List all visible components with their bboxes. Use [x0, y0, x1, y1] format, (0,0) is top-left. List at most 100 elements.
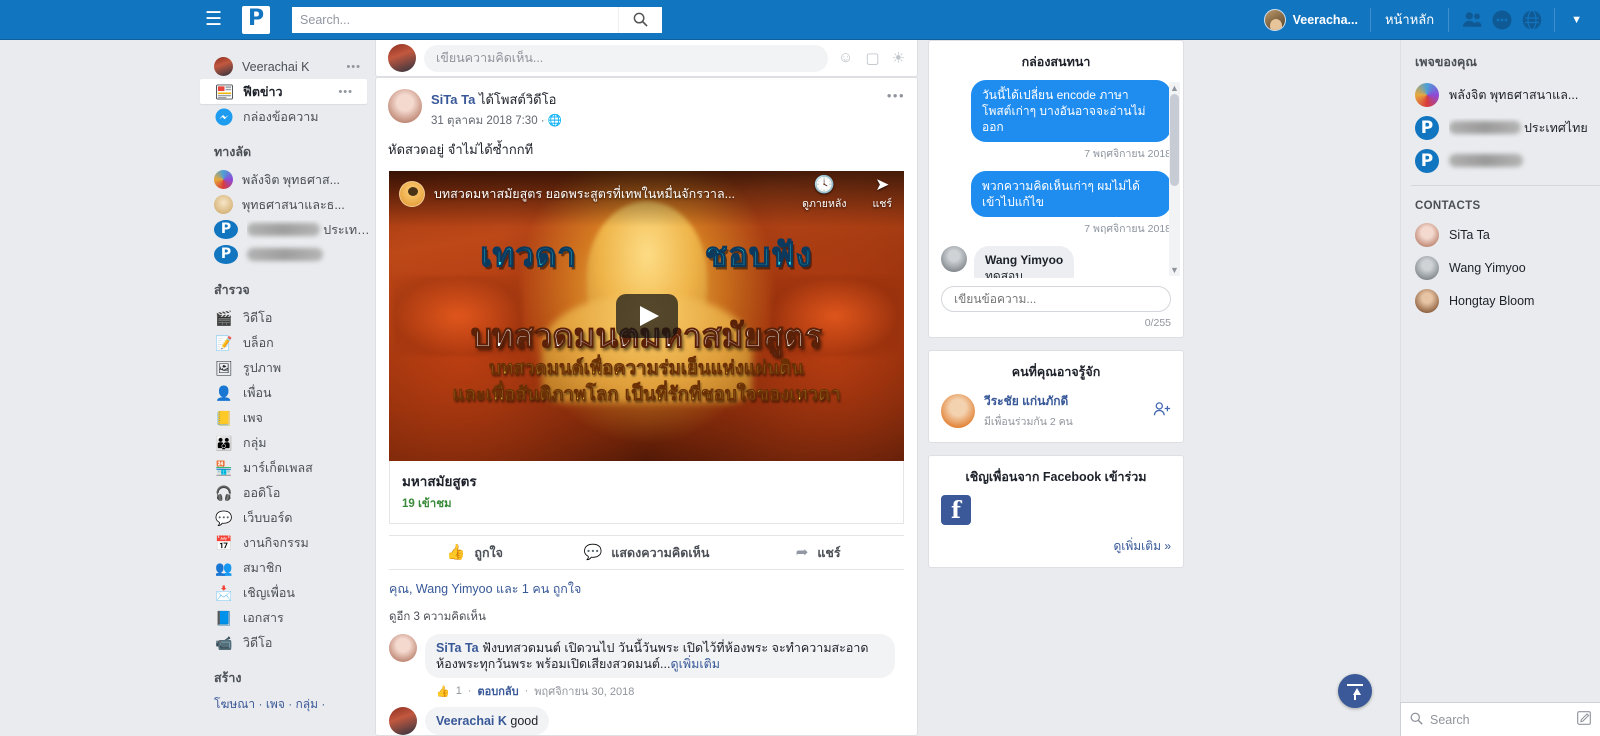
sidebar-item-headphones[interactable]: 🎧 ออดิโอ — [200, 480, 375, 505]
channel-avatar — [399, 181, 425, 207]
comment-meta: 👍 1 · ตอบกลับ · พฤศจิกายน 30, 2018 — [425, 678, 904, 705]
see-more-link[interactable]: ดูเพิ่มเติม » — [929, 537, 1183, 567]
contact-item-hongtay-bloom[interactable]: Hongtay Bloom — [1401, 284, 1600, 317]
avatar[interactable] — [388, 89, 422, 123]
page-item-2[interactable]: P — [1401, 144, 1600, 177]
post-overflow-menu-icon[interactable]: ••• — [887, 88, 905, 103]
compose-icon[interactable] — [1577, 711, 1591, 728]
chat-scrollbar[interactable]: ▲ ▼ — [1169, 82, 1180, 276]
chat-char-counter: 0/255 — [1144, 317, 1171, 329]
camera-icon[interactable]: ▢ — [865, 49, 879, 67]
sidebar-item-blog[interactable]: 📝 บล็อก — [200, 330, 375, 355]
sidebar-item-clapperboard[interactable]: 🎬 วิดีโอ — [200, 305, 375, 330]
comment-reply-link[interactable]: ตอบกลับ — [478, 682, 519, 700]
sidebar-shortcut-3[interactable]: P — [200, 242, 375, 267]
sidebar-item-marketplace[interactable]: 🏪 มาร์เก็ตเพลส — [200, 455, 375, 480]
overflow-menu-icon[interactable]: ••• — [338, 86, 353, 98]
secondary-column: กล่องสนทนา วันนี้ได้เปลี่ยน encode ภาษา … — [928, 40, 1184, 580]
sidebar-shortcut-0[interactable]: พลังจิต พุทธศาส... — [200, 167, 375, 192]
comment-author[interactable]: SiTa Ta — [436, 641, 479, 655]
view-more-comments-link[interactable]: ดูอีก 3 ความคิดเห็น — [376, 608, 917, 632]
hamburger-menu-icon[interactable]: ☰ — [205, 10, 222, 29]
photo-icon: 🖼 — [215, 359, 233, 376]
notifications-globe-icon[interactable] — [1521, 9, 1542, 30]
chevron-down-icon[interactable]: ▼ — [1555, 14, 1582, 26]
sidebar-item-members[interactable]: 👥 สมาชิก — [200, 555, 375, 580]
post-author-name[interactable]: SiTa Ta — [431, 92, 475, 107]
friends-icon[interactable] — [1461, 9, 1482, 30]
play-button-icon[interactable] — [615, 294, 678, 338]
comment-input[interactable]: เขียนความคิดเห็น... — [424, 44, 829, 72]
separator: · — [255, 697, 266, 711]
avatar[interactable] — [941, 394, 975, 428]
sidebar-item-photo[interactable]: 🖼 รูปภาพ — [200, 355, 375, 380]
sidebar-item-newsfeed[interactable]: ฟีตข่าว ••• — [200, 79, 367, 104]
overflow-menu-icon[interactable]: ••• — [346, 61, 361, 73]
sidebar-item-label: เชิญเพื่อน — [243, 585, 295, 600]
chat-message-author[interactable]: Wang Yimyoo — [985, 252, 1063, 268]
create-link-page[interactable]: เพจ — [266, 697, 285, 711]
sidebar-item-video-camera[interactable]: 📹 วิดีโอ — [200, 630, 375, 655]
post-text: หัดสวดอยู่ จำไม่ได้ซ้ำกกที — [388, 142, 534, 157]
emoji-icon[interactable]: ☺ — [838, 49, 853, 67]
avatar[interactable] — [389, 634, 417, 662]
chat-search-input[interactable]: Search — [1430, 713, 1577, 727]
scroll-up-arrow-icon[interactable]: ▲ — [1169, 83, 1180, 93]
sidebar-item-page[interactable]: 📒 เพจ — [200, 405, 375, 430]
home-link[interactable]: หน้าหลัก — [1371, 7, 1450, 32]
likes-summary[interactable]: คุณ, Wang Yimyoo และ 1 คน ถูกใจ — [376, 570, 917, 608]
global-search — [292, 6, 663, 33]
sidebar-shortcut-1[interactable]: พุทธศาสนาและธ... — [200, 192, 375, 217]
chat-input[interactable] — [941, 286, 1171, 312]
sidebar-item-friend[interactable]: 👤 เพื่อน — [200, 380, 375, 405]
create-link-group[interactable]: กลุ่ม — [296, 697, 319, 711]
share-button[interactable]: ➦ แชร์ — [732, 536, 904, 569]
scroll-to-top-button[interactable] — [1338, 674, 1372, 708]
comment-bubble-icon: 💬 — [583, 544, 603, 561]
like-button[interactable]: 👍 ถูกใจ — [389, 536, 561, 569]
sidebar-item-messages[interactable]: กล่องข้อความ — [200, 104, 375, 129]
sidebar-item-group[interactable]: 👪 กลุ่ม — [200, 430, 375, 455]
contact-item-sita-ta[interactable]: SiTa Ta — [1401, 218, 1600, 251]
share-icon: ➦ — [795, 544, 809, 561]
create-link-ads[interactable]: โฆษณา — [214, 697, 255, 711]
page-item-0[interactable]: พลังจิต พุทธศาสนาแล... — [1401, 78, 1600, 111]
sidebar-shortcut-2[interactable]: P ประเทศ... — [200, 217, 375, 242]
post-timestamp[interactable]: 31 ตุลาคม 2018 7:30 — [431, 115, 538, 127]
redacted-text — [1449, 121, 1521, 134]
search-input[interactable] — [292, 7, 619, 32]
search-icon[interactable] — [618, 6, 662, 33]
sidebar-item-forum[interactable]: 💬 เว็บบอร์ด — [200, 505, 375, 530]
video-embed[interactable]: เทวดาชอบฟัง บทสวดมนตมหาสมัยสูตร บทสวดมนต… — [389, 171, 904, 461]
create-heading: สร้าง — [214, 671, 242, 685]
video-camera-icon: 📹 — [215, 634, 233, 651]
account-menu[interactable]: Veeracha... — [1263, 7, 1371, 32]
sidebar-item-invite[interactable]: 📩 เชิญเพื่อน — [200, 580, 375, 605]
pymk-name[interactable]: วีระชัย แก่นภักดี — [984, 392, 1073, 411]
see-more-link[interactable]: ดูเพิ่มเติม — [670, 657, 720, 671]
headphones-icon: 🎧 — [215, 484, 233, 501]
scrollbar-thumb[interactable] — [1170, 94, 1179, 186]
page-item-1[interactable]: P ประเทศไทย — [1401, 111, 1600, 144]
comment-button[interactable]: 💬 แสดงความคิดเห็น — [561, 536, 733, 569]
video-channel-info[interactable]: บทสวดมหาสมัยสูตร ยอดพระสูตรที่เทพในหมื่น… — [399, 181, 735, 207]
site-logo[interactable]: P — [242, 5, 271, 34]
scroll-down-arrow-icon[interactable]: ▼ — [1169, 265, 1180, 275]
comment-author[interactable]: Veerachai K — [436, 714, 507, 728]
video-share-label: แชร์ — [872, 198, 892, 210]
avatar[interactable] — [389, 707, 417, 735]
sidebar-item-profile[interactable]: Veerachai K ••• — [200, 54, 375, 79]
thumb-text-right: ชอบฟัง — [704, 234, 813, 274]
video-share-button[interactable]: ➤ แชร์ — [872, 175, 892, 212]
avatar — [1415, 288, 1439, 313]
watch-later-button[interactable]: 🕓 ดูภายหลัง — [802, 175, 846, 212]
sticker-icon[interactable]: ☀ — [892, 49, 905, 67]
facebook-icon[interactable]: f — [941, 495, 971, 525]
add-friend-icon[interactable] — [1153, 401, 1171, 421]
sidebar-item-docs[interactable]: 📘 เอกสาร — [200, 605, 375, 630]
messages-icon[interactable] — [1491, 9, 1512, 30]
globe-icon[interactable]: 🌐 — [548, 115, 562, 127]
contact-item-wang-yimyoo[interactable]: Wang Yimyoo — [1401, 251, 1600, 284]
contacts-heading: CONTACTS — [1415, 200, 1481, 212]
sidebar-item-calendar[interactable]: 📅 งานกิจกรรม — [200, 530, 375, 555]
